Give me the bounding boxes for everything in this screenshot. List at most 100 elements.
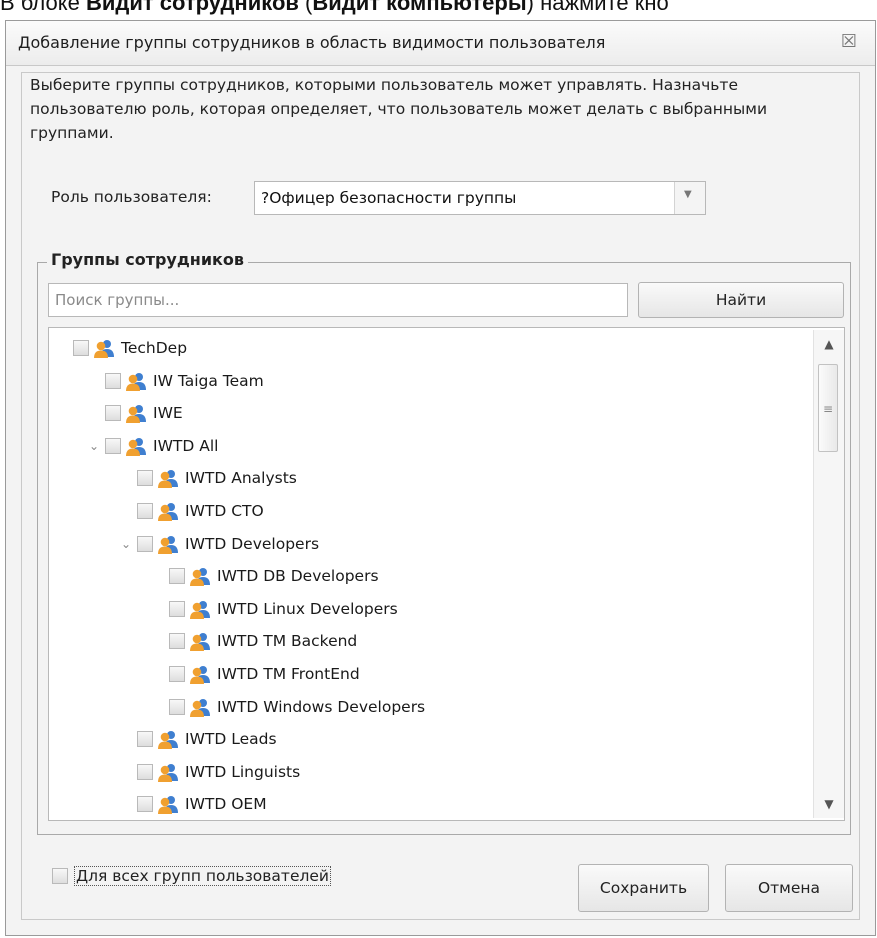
role-label: Роль пользователя: [51,188,212,206]
grip-icon: ≡ [823,402,834,416]
tree-item-label[interactable]: IWTD CTO [185,502,264,520]
users-group-icon [126,372,146,391]
tree-item-label[interactable]: IWE [153,404,183,422]
tree-item[interactable]: IWTD DB Developers [147,564,379,588]
tree-item[interactable]: IWTD Windows Developers [147,695,425,719]
dialog-titlebar: Добавление группы сотрудников в область … [6,21,875,66]
all-groups-label[interactable]: Для всех групп пользователей [74,866,332,886]
dialog-title: Добавление группы сотрудников в область … [18,33,606,52]
group-icon-wrapper [157,728,185,750]
tree-item[interactable]: IWTD Leads [115,727,277,751]
tree-item-checkbox[interactable] [137,470,153,487]
tree-item-checkbox[interactable] [105,405,121,422]
role-select-value: ?Офицер безопасности группы [261,189,517,207]
tree-item-checkbox[interactable] [137,535,153,552]
users-group-icon [190,600,210,619]
all-groups-checkbox[interactable] [52,868,68,884]
group-icon-wrapper [157,793,185,815]
tree-item-label[interactable]: IWTD OEM [185,795,267,813]
tree-item[interactable]: IWTD Linux Developers [147,597,398,621]
tree-item-checkbox[interactable] [169,698,185,715]
group-icon-wrapper [189,696,217,718]
tree-item-checkbox[interactable] [137,503,153,519]
chevron-down-icon[interactable]: ⌄ [83,439,105,453]
tree-item[interactable]: IW Taiga Team [83,369,264,393]
chevron-down-icon: ▼ [684,189,692,200]
doc-text-prefix: В блоке [0,0,86,15]
tree-item-label[interactable]: IWTD Developers [185,535,319,553]
tree-item-checkbox[interactable] [169,633,185,650]
document-heading-fragment: В блоке Видит сотрудников (Видит компьют… [0,0,877,18]
tree-item-checkbox[interactable] [137,763,153,780]
scroll-up-icon[interactable]: ▲ [814,332,844,356]
close-icon[interactable]: ☒ [841,31,857,52]
tree-item[interactable]: TechDep [51,336,187,360]
tree-item-checkbox[interactable] [137,731,153,748]
tree-item-label[interactable]: IWTD Linux Developers [217,600,398,618]
tree-item-label[interactable]: IW Taiga Team [153,372,264,390]
tree-item-checkbox[interactable] [105,437,121,454]
group-icon-wrapper [125,402,153,424]
doc-text-bold-1: Видит сотрудников [85,0,299,15]
employee-groups-legend: Группы сотрудников [47,250,249,269]
tree-scrollbar[interactable]: ▲ ≡ ▼ [813,330,844,818]
users-group-icon [158,796,178,815]
users-group-icon [94,340,114,358]
users-group-icon [190,666,210,684]
users-group-icon [158,763,178,782]
tree-item[interactable]: IWTD TM FrontEnd [147,662,360,686]
group-icon-wrapper [189,663,217,685]
group-icon-wrapper [93,337,121,359]
group-search-input[interactable] [48,283,628,317]
doc-text-bold-2: Видит компьютеры [312,0,527,15]
group-icon-wrapper [157,761,185,783]
find-button[interactable]: Найти [638,282,844,318]
tree-item-label[interactable]: IWTD TM FrontEnd [217,665,360,683]
dropdown-button[interactable]: ▼ [674,182,705,214]
cancel-button[interactable]: Отмена [725,864,853,912]
all-groups-checkbox-row[interactable]: Для всех групп пользователей [52,866,332,886]
doc-text-mid: ( [298,0,313,15]
group-icon-wrapper [157,500,185,522]
tree-item-label[interactable]: IWTD Windows Developers [217,698,425,716]
tree-item[interactable]: ⌄ IWTD Developers [115,532,319,556]
users-group-icon [158,535,178,554]
tree-item-checkbox[interactable] [169,600,185,617]
group-icon-wrapper [189,630,217,652]
tree-item[interactable]: IWTD TM Backend [147,629,357,653]
save-button[interactable]: Сохранить [578,864,709,912]
tree-item-label[interactable]: IWTD DB Developers [217,567,379,585]
tree-item-label[interactable]: IWTD Linguists [185,763,300,781]
tree-item-label[interactable]: IWTD Analysts [185,469,297,487]
tree-item-label[interactable]: IWTD All [153,437,218,455]
tree-item-checkbox[interactable] [169,666,185,682]
tree-item[interactable]: ⌄ IWTD All [83,434,218,458]
tree-item-checkbox[interactable] [137,796,153,813]
role-select[interactable]: ?Офицер безопасности группы ▼ [254,181,706,215]
tree-item-label[interactable]: IWTD Leads [185,730,277,748]
tree-item-checkbox[interactable] [73,340,89,356]
users-group-icon [190,698,210,717]
users-group-icon [126,405,146,424]
tree-item-checkbox[interactable] [105,372,121,389]
tree-item[interactable]: IWTD Linguists [115,760,300,784]
scroll-down-icon[interactable]: ▼ [814,792,844,816]
tree-item-label[interactable]: IWTD TM Backend [217,632,357,650]
group-icon-wrapper [189,598,217,620]
group-icon-wrapper [189,565,217,587]
users-group-icon [126,437,146,456]
tree-item[interactable]: IWE [83,401,183,425]
group-tree[interactable]: TechDep IW Taiga Team IWE ⌄ IWTD All IWTD Ana… [48,327,845,821]
group-icon-wrapper [157,467,185,489]
tree-item-checkbox[interactable] [169,568,185,585]
tree-item-label[interactable]: TechDep [121,339,187,357]
group-icon-wrapper [157,533,185,555]
tree-item[interactable]: IWTD CTO [115,499,264,523]
group-icon-wrapper [125,370,153,392]
tree-item[interactable]: IWTD Analysts [115,466,297,490]
chevron-down-icon[interactable]: ⌄ [115,537,137,551]
tree-item[interactable]: IWTD OEM [115,792,267,816]
doc-text-suffix: ) нажмите кно [526,0,669,15]
users-group-icon [158,731,178,750]
group-icon-wrapper [125,435,153,457]
